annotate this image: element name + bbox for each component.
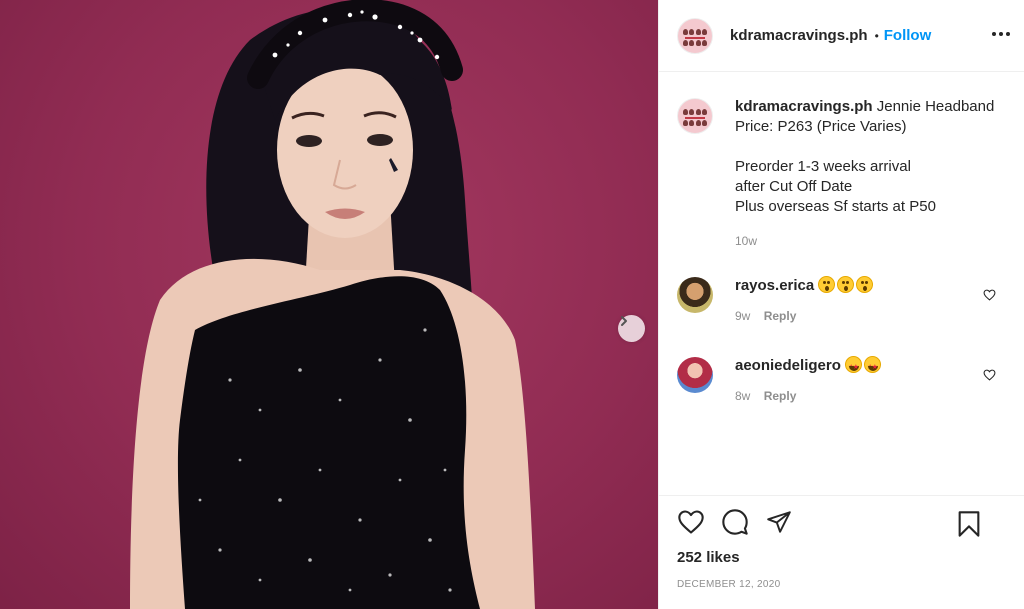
caption-timestamp[interactable]: 10w — [735, 234, 757, 248]
star-struck-icon — [864, 356, 882, 378]
post-photo — [0, 0, 658, 609]
more-options-icon — [992, 32, 1010, 36]
star-struck-icon — [845, 356, 863, 378]
heart-icon — [983, 289, 996, 301]
author-username[interactable]: kdramacravings.ph — [730, 27, 868, 44]
photo-illustration — [130, 0, 535, 609]
heart-icon — [983, 369, 996, 381]
comment-timestamp[interactable]: 8w — [735, 389, 750, 403]
post-date[interactable]: DECEMBER 12, 2020 — [677, 579, 1007, 590]
astonished-face-icon — [856, 276, 874, 293]
more-options-button[interactable] — [991, 24, 1011, 49]
author-avatar[interactable] — [677, 17, 713, 54]
comment-like-button[interactable] — [983, 288, 996, 306]
share-icon — [767, 510, 791, 533]
comment-emoji-text — [818, 276, 875, 294]
commenter-avatar[interactable] — [677, 357, 713, 393]
caption-text: Jennie Headband Price: P263 (Price Varie… — [735, 98, 995, 215]
action-bar — [677, 508, 1007, 541]
next-photo-button[interactable] — [618, 315, 645, 342]
comments-list: kdramacravings.ph Jennie Headband Price:… — [659, 72, 1024, 495]
comment-like-button[interactable] — [983, 368, 996, 386]
separator-dot: • — [874, 28, 879, 43]
comment-button[interactable] — [721, 508, 749, 541]
commenter-avatar[interactable] — [677, 277, 713, 313]
astonished-face-icon — [818, 276, 836, 293]
chevron-right-icon — [621, 316, 627, 326]
comment-emoji-text — [845, 356, 883, 378]
like-button[interactable] — [677, 509, 705, 540]
post-actions: 252 likes DECEMBER 12, 2020 — [659, 495, 1024, 609]
bookmark-icon — [958, 511, 980, 537]
follow-button[interactable]: Follow — [884, 27, 932, 44]
save-button[interactable] — [957, 510, 981, 543]
caption-username[interactable]: kdramacravings.ph — [735, 98, 873, 115]
post-header: kdramacravings.ph • Follow — [659, 0, 1024, 72]
reply-button[interactable]: Reply — [764, 309, 797, 323]
likes-count[interactable]: 252 likes — [677, 549, 1007, 566]
comment-icon — [722, 508, 748, 535]
caption-avatar[interactable] — [677, 98, 713, 134]
reply-button[interactable]: Reply — [764, 389, 797, 403]
comment-username[interactable]: aeoniedeligero — [735, 357, 841, 374]
heart-icon — [678, 509, 704, 534]
astonished-face-icon — [837, 276, 855, 293]
comment-item: aeoniedeligero 8w Reply — [677, 356, 1006, 406]
comment-timestamp[interactable]: 9w — [735, 309, 750, 323]
share-button[interactable] — [765, 509, 793, 540]
comment-item: rayos.erica 9w Reply — [677, 276, 1006, 326]
comment-username[interactable]: rayos.erica — [735, 277, 814, 294]
post-side-panel: kdramacravings.ph • Follow kdramacraving… — [658, 0, 1024, 609]
caption: kdramacravings.ph Jennie Headband Price:… — [677, 98, 1006, 251]
